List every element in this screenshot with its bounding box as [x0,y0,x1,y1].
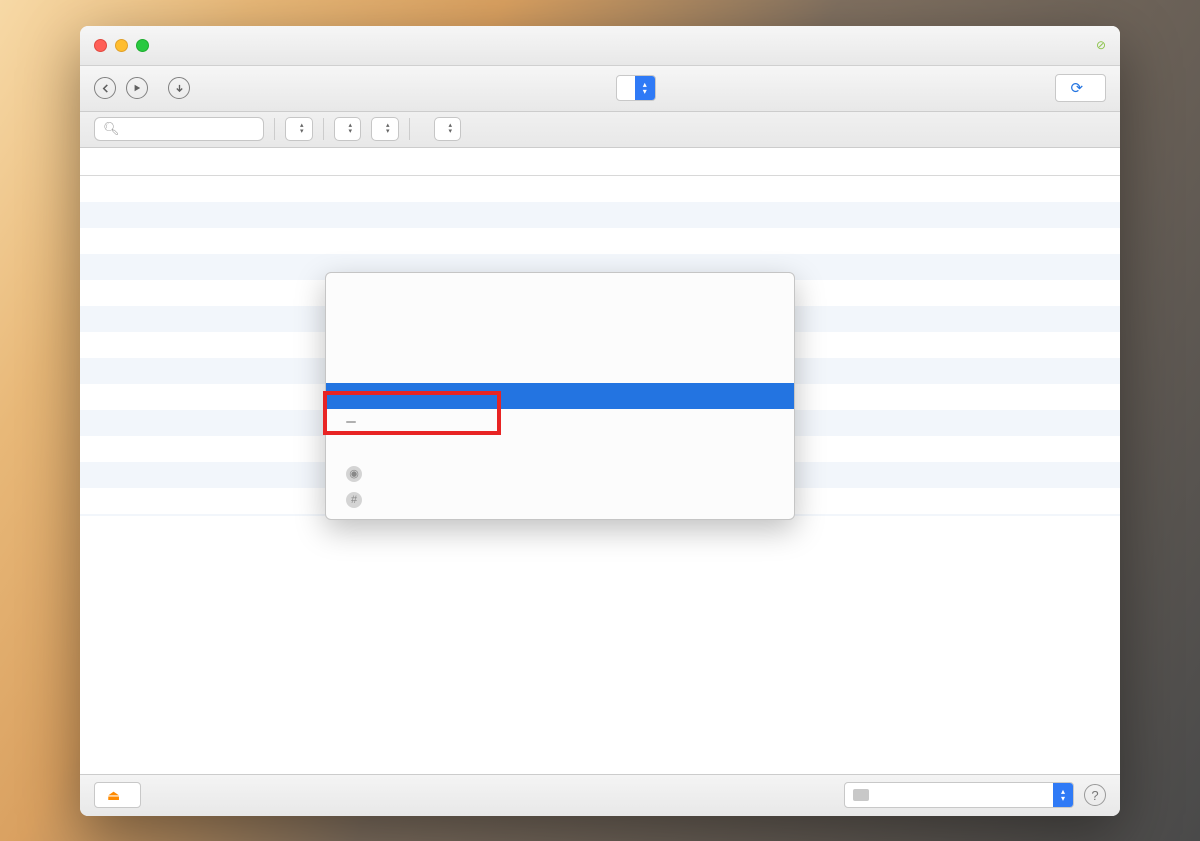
search-input[interactable]: 🔍︎ [94,117,264,141]
save-session-button[interactable] [168,77,190,99]
allfiles-filter[interactable] [285,117,313,141]
chevron-left-icon [101,84,110,93]
help-button[interactable]: ? [1084,784,1106,806]
mount-icon: ⏏ [107,787,120,804]
app-window: ⊘ ⟳ 🔍︎ [80,26,1120,816]
cm-check-only[interactable] [326,305,794,331]
filter-bar: 🔍︎ [80,112,1120,148]
search-icon: 🔍︎ [103,121,120,137]
enterprise-badge [346,421,356,423]
check-icon: ⊘ [1096,38,1106,52]
cm-export-forensic [326,409,794,435]
select-arrows-icon [449,123,453,135]
folders-select[interactable] [844,782,1074,808]
recover-button[interactable]: ⟳ [1055,74,1106,102]
divider [323,118,324,140]
minimize-button[interactable] [115,39,128,52]
eye-icon: ◉ [346,466,362,482]
mount-button[interactable]: ⏏ [94,782,141,808]
toolbar: ⟳ [80,66,1120,112]
bottom-bar: ⏏ ? [80,774,1120,816]
download-icon [175,84,184,93]
back-button[interactable] [94,77,116,99]
divider [274,118,275,140]
select-arrows-icon [1053,783,1073,807]
cm-hex-view: # [326,487,794,513]
column-headers [80,148,1120,176]
over-filter[interactable] [334,117,362,141]
select-arrows-icon [349,123,353,135]
license-status[interactable]: ⊘ [1092,38,1106,52]
select-arrows-icon [386,123,390,135]
folder-icon [853,789,869,801]
cm-show-in-finder [326,435,794,461]
cm-mark-all[interactable] [326,279,794,305]
divider [409,118,410,140]
cm-recover[interactable] [326,383,794,409]
select-arrows-icon [300,123,304,135]
titlebar: ⊘ [80,26,1120,66]
resume-button[interactable] [126,77,148,99]
cm-preview: ◉ [326,461,794,487]
anytime-filter[interactable] [434,117,462,141]
context-menu: ◉ # [325,272,795,520]
cm-mark-selected[interactable] [326,331,794,357]
refresh-icon: ⟳ [1070,79,1083,97]
play-icon [133,84,141,92]
size-filter[interactable] [371,117,399,141]
close-button[interactable] [94,39,107,52]
select-arrows-icon [635,76,655,100]
search-input-field[interactable] [126,122,255,137]
file-list: ◉ # [80,176,1120,774]
maximize-button[interactable] [136,39,149,52]
choose-folder-select[interactable] [616,75,656,101]
traffic-lights [94,39,149,52]
cm-clear-selection[interactable] [326,357,794,383]
hash-icon: # [346,492,362,508]
